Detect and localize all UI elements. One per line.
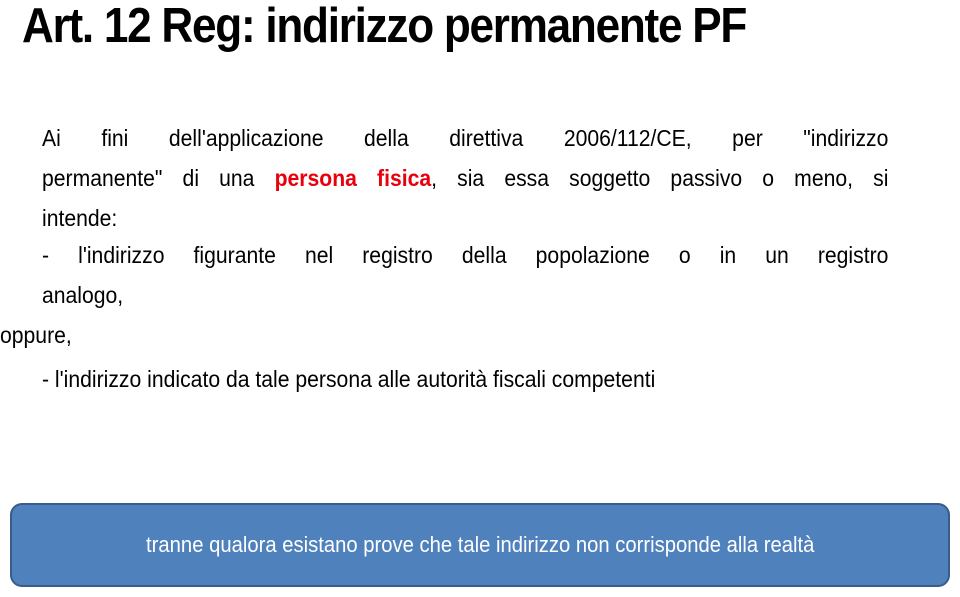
exception-callout-box: tranne qualora esistano prove che tale i… <box>10 503 950 587</box>
intro-line-3: intende: <box>42 205 118 231</box>
intro-line-2-after: , sia essa soggetto passivo o meno, si <box>431 165 889 191</box>
intro-line-2: permanente" di una persona fisica, sia e… <box>42 158 888 198</box>
list-item-registry: - l'indirizzo figurante nel registro del… <box>42 235 888 315</box>
highlight-persona-fisica: persona fisica <box>274 165 432 191</box>
list-item-registry-line-1: - l'indirizzo figurante nel registro del… <box>42 242 889 268</box>
list-item-tax-authorities-line: - l'indirizzo indicato da tale persona a… <box>42 366 656 392</box>
intro-paragraph: Ai fini dell'applicazione della direttiv… <box>42 118 888 238</box>
list-item-registry-line-2: analogo, <box>42 282 124 308</box>
intro-line-2-before: permanente" di una <box>42 165 275 191</box>
connector-text: oppure, <box>0 315 846 355</box>
exception-callout-text: tranne qualora esistano prove che tale i… <box>145 532 815 557</box>
list-item-tax-authorities: - l'indirizzo indicato da tale persona a… <box>42 359 888 399</box>
slide-title: Art. 12 Reg: indirizzo permanente PF <box>22 0 747 53</box>
intro-line-1: Ai fini dell'applicazione della direttiv… <box>42 125 889 151</box>
connector-oppure: oppure, <box>0 322 72 348</box>
